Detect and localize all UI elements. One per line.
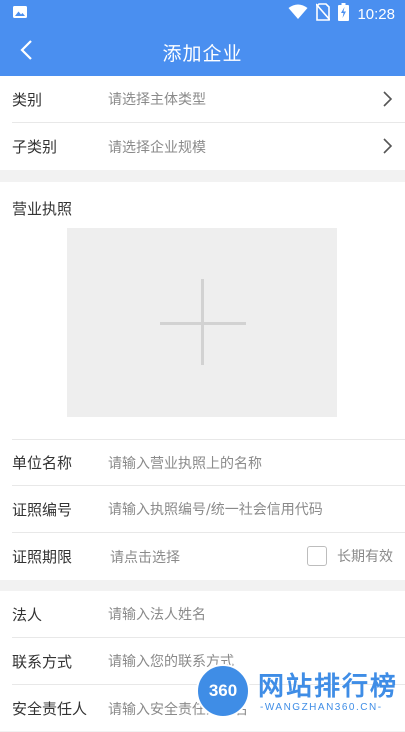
image-icon xyxy=(12,4,28,24)
license-number-label: 证照编号 xyxy=(12,500,73,519)
category-select[interactable]: 请选择主体类型 xyxy=(108,89,206,109)
unit-name-label: 单位名称 xyxy=(12,454,73,472)
contact-input[interactable]: 请输入您的联系方式 xyxy=(108,651,234,671)
license-upload-area[interactable] xyxy=(67,228,337,417)
license-number-row: 证照编号 请输入执照编号/统一社会信用代码 xyxy=(12,486,405,533)
license-period-row: 证照期限 请点击选择 长期有效 xyxy=(12,533,405,580)
subcategory-row[interactable]: 子类别 请选择企业规模 xyxy=(12,123,405,170)
battery-charging-icon xyxy=(338,3,350,25)
chevron-right-icon xyxy=(381,90,393,108)
safety-officer-label: 安全责任人 xyxy=(12,700,88,718)
license-section: 营业执照 单位名称 请输入营业执照上的名称 证照编号 请输入执照编号/统一社会信… xyxy=(0,182,405,580)
subcategory-select[interactable]: 请选择企业规模 xyxy=(108,137,206,157)
checkbox-box[interactable] xyxy=(307,546,327,566)
header-bar: 添加企业 xyxy=(0,28,405,76)
license-period-label: 证照期限 xyxy=(12,548,73,566)
contact-section: 法人 请输入法人姓名 联系方式 请输入您的联系方式 安全责任人 请输入安全责任人… xyxy=(0,591,405,731)
status-bar: 10:28 xyxy=(0,0,405,28)
unit-name-row: 单位名称 请输入营业执照上的名称 xyxy=(12,439,405,486)
license-title: 营业执照 xyxy=(12,200,73,218)
contact-row: 联系方式 请输入您的联系方式 xyxy=(12,638,405,685)
legal-person-input[interactable]: 请输入法人姓名 xyxy=(108,604,206,624)
page-title: 添加企业 xyxy=(162,42,243,65)
unit-name-input[interactable]: 请输入营业执照上的名称 xyxy=(108,453,262,473)
contact-label: 联系方式 xyxy=(12,652,73,671)
type-section: 类别 请选择主体类型 子类别 请选择企业规模 xyxy=(0,76,405,170)
back-arrow-icon xyxy=(19,39,33,65)
wifi-icon xyxy=(288,4,308,24)
category-row[interactable]: 类别 请选择主体类型 xyxy=(12,76,405,123)
safety-officer-row: 安全责任人 请输入安全责任人姓名 xyxy=(12,685,405,732)
no-sim-icon xyxy=(315,3,332,25)
safety-officer-input[interactable]: 请输入安全责任人姓名 xyxy=(108,699,248,719)
legal-person-row: 法人 请输入法人姓名 xyxy=(12,591,405,638)
license-period-picker[interactable]: 请点击选择 xyxy=(110,547,180,567)
chevron-right-icon xyxy=(381,137,393,155)
back-button[interactable] xyxy=(10,36,42,68)
category-label: 类别 xyxy=(12,90,43,109)
status-time: 10:28 xyxy=(357,5,395,23)
legal-person-label: 法人 xyxy=(12,605,43,624)
long-term-label: 长期有效 xyxy=(337,549,393,565)
long-term-checkbox[interactable]: 长期有效 xyxy=(307,546,393,566)
subcategory-label: 子类别 xyxy=(12,138,58,156)
license-number-input[interactable]: 请输入执照编号/统一社会信用代码 xyxy=(108,499,323,519)
